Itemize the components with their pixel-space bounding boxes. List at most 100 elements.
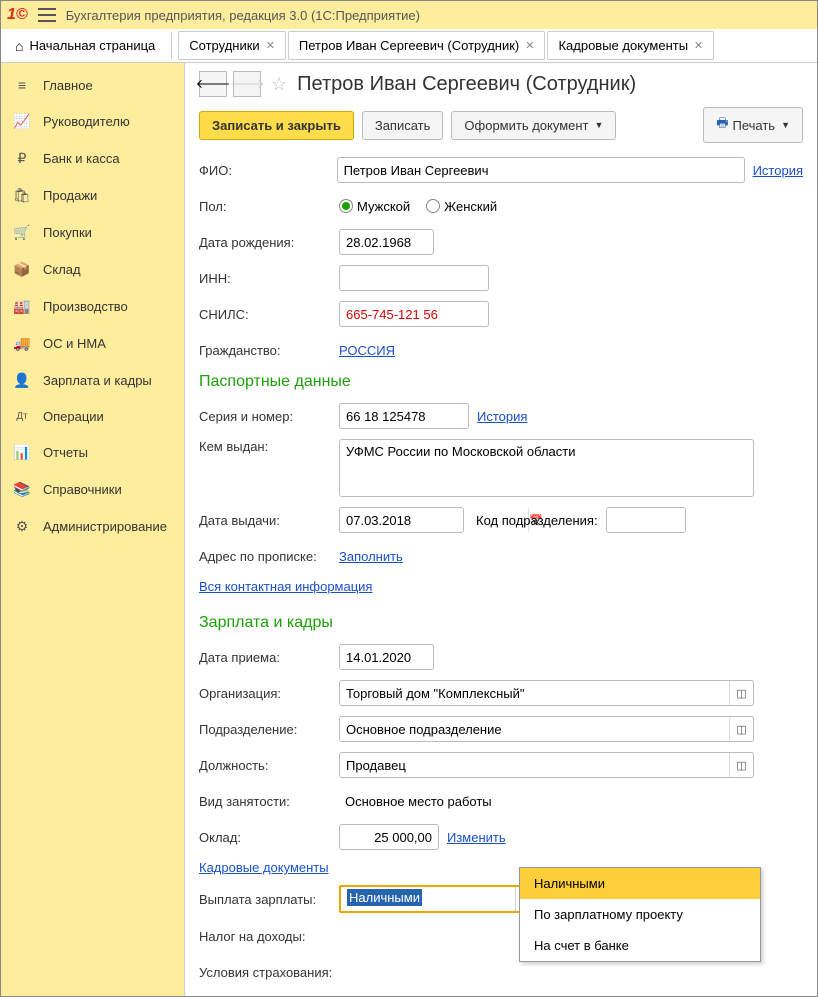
salary-value — [339, 824, 439, 850]
label-employment: Вид занятости: — [199, 794, 339, 809]
chevron-down-icon: ▼ — [595, 120, 604, 130]
issue-date-input[interactable]: 📅 — [339, 507, 464, 533]
citizenship-link[interactable]: РОССИЯ — [339, 343, 395, 358]
save-close-button[interactable]: Записать и закрыть — [199, 111, 354, 140]
create-doc-button[interactable]: Оформить документ▼ — [451, 111, 616, 140]
gear-icon: ⚙ — [13, 518, 31, 535]
sidebar-item-hr[interactable]: 👤Зарплата и кадры — [1, 362, 184, 399]
sidebar-item-bank[interactable]: ₽Банк и касса — [1, 140, 184, 177]
nav-forward-button[interactable]: 🡒 — [233, 71, 261, 97]
home-icon: ⌂ — [15, 38, 23, 54]
label-tax: Налог на доходы: — [199, 929, 339, 944]
position-input[interactable]: ◫ — [339, 752, 754, 778]
label-dob: Дата рождения: — [199, 235, 339, 250]
bag-icon: 🛍 — [13, 187, 31, 204]
payment-dropdown[interactable]: Наличными ▼ — [339, 885, 539, 913]
dropdown-option-bank[interactable]: На счет в банке — [520, 930, 760, 961]
close-icon[interactable]: ✕ — [266, 39, 275, 52]
dropdown-option-project[interactable]: По зарплатному проекту — [520, 899, 760, 930]
sidebar-item-admin[interactable]: ⚙Администрирование — [1, 508, 184, 545]
menu-icon[interactable] — [38, 8, 56, 22]
label-hire-date: Дата приема: — [199, 650, 339, 665]
label-inn: ИНН: — [199, 271, 339, 286]
books-icon: 📚 — [13, 481, 31, 498]
org-input[interactable]: ◫ — [339, 680, 754, 706]
list-icon: ≡ — [13, 77, 31, 93]
app-title: Бухгалтерия предприятия, редакция 3.0 (1… — [66, 8, 420, 23]
title-bar: 1© Бухгалтерия предприятия, редакция 3.0… — [1, 1, 817, 29]
serial-input[interactable] — [339, 403, 469, 429]
fill-link[interactable]: Заполнить — [339, 549, 403, 564]
box-icon: 📦 — [13, 261, 31, 278]
print-button[interactable]: 🖶Печать▼ — [703, 107, 803, 143]
label-fio: ФИО: — [199, 163, 337, 178]
dropdown-option-cash[interactable]: Наличными — [520, 868, 760, 899]
label-dept: Подразделение: — [199, 722, 339, 737]
home-tab[interactable]: ⌂ Начальная страница — [5, 32, 165, 60]
nav-back-button[interactable]: 🡐 — [199, 71, 227, 97]
dept-code-input[interactable] — [606, 507, 686, 533]
hr-section-title: Зарплата и кадры — [199, 614, 803, 632]
save-button[interactable]: Записать — [362, 111, 444, 140]
label-position: Должность: — [199, 758, 339, 773]
dob-input[interactable] — [339, 229, 434, 255]
tab-employee-card[interactable]: Петров Иван Сергеевич (Сотрудник) ✕ — [288, 31, 546, 60]
label-payment: Выплата зарплаты: — [199, 892, 339, 907]
history-link[interactable]: История — [753, 163, 803, 178]
label-issued-by: Кем выдан: — [199, 439, 339, 454]
history-link-2[interactable]: История — [477, 409, 527, 424]
dept-input[interactable]: ◫ — [339, 716, 754, 742]
logo-1c: 1© — [7, 6, 28, 24]
payment-dropdown-list: Наличными По зарплатному проекту На счет… — [519, 867, 761, 962]
sidebar-item-production[interactable]: 🏭Производство — [1, 288, 184, 325]
label-dept-code: Код подразделения: — [476, 513, 598, 528]
person-icon: 👤 — [13, 372, 31, 389]
sidebar-item-warehouse[interactable]: 📦Склад — [1, 251, 184, 288]
tab-hr-docs[interactable]: Кадровые документы ✕ — [547, 31, 714, 60]
truck-icon: 🚚 — [13, 335, 31, 352]
factory-icon: 🏭 — [13, 298, 31, 315]
label-gender: Пол: — [199, 199, 339, 214]
ruble-icon: ₽ — [13, 150, 31, 167]
issued-by-input[interactable] — [339, 439, 754, 497]
all-contacts-link[interactable]: Вся контактная информация — [199, 579, 372, 594]
close-icon[interactable]: ✕ — [694, 39, 703, 52]
label-issue-date: Дата выдачи: — [199, 513, 339, 528]
hire-date-input[interactable] — [339, 644, 434, 670]
chart-icon: 📈 — [13, 113, 31, 130]
label-serial: Серия и номер: — [199, 409, 339, 424]
page-title: Петров Иван Сергеевич (Сотрудник) — [297, 73, 636, 96]
sidebar-item-sales[interactable]: 🛍Продажи — [1, 177, 184, 214]
label-address: Адрес по прописке: — [199, 549, 339, 564]
passport-section-title: Паспортные данные — [199, 373, 803, 391]
radio-male[interactable]: Мужской — [339, 199, 410, 214]
inn-input[interactable] — [339, 265, 489, 291]
content-area: 🡐🡒 ☆ Петров Иван Сергеевич (Сотрудник) З… — [185, 63, 817, 996]
cart-icon: 🛒 — [13, 224, 31, 241]
label-salary: Оклад: — [199, 830, 339, 845]
change-link[interactable]: Изменить — [447, 830, 506, 845]
hr-docs-link[interactable]: Кадровые документы — [199, 860, 329, 875]
open-icon[interactable]: ◫ — [729, 717, 753, 741]
close-icon[interactable]: ✕ — [525, 39, 534, 52]
tab-employees[interactable]: Сотрудники ✕ — [178, 31, 286, 60]
snils-input[interactable] — [339, 301, 489, 327]
sidebar-item-main[interactable]: ≡Главное — [1, 67, 184, 103]
sidebar-item-catalogs[interactable]: 📚Справочники — [1, 471, 184, 508]
sidebar-item-purchases[interactable]: 🛒Покупки — [1, 214, 184, 251]
sidebar-item-reports[interactable]: 📊Отчеты — [1, 434, 184, 471]
chevron-down-icon: ▼ — [781, 120, 790, 130]
label-citizenship: Гражданство: — [199, 343, 339, 358]
open-icon[interactable]: ◫ — [729, 753, 753, 777]
open-icon[interactable]: ◫ — [729, 681, 753, 705]
sidebar-item-assets[interactable]: 🚚ОС и НМА — [1, 325, 184, 362]
label-snils: СНИЛС: — [199, 307, 339, 322]
sidebar-item-operations[interactable]: ДтОперации — [1, 399, 184, 434]
home-label: Начальная страница — [29, 38, 155, 53]
fio-input[interactable] — [337, 157, 745, 183]
sidebar-item-manager[interactable]: 📈Руководителю — [1, 103, 184, 140]
star-icon[interactable]: ☆ — [271, 74, 287, 95]
tabs-row: ⌂ Начальная страница Сотрудники ✕ Петров… — [1, 29, 817, 63]
bars-icon: 📊 — [13, 444, 31, 461]
radio-female[interactable]: Женский — [426, 199, 497, 214]
